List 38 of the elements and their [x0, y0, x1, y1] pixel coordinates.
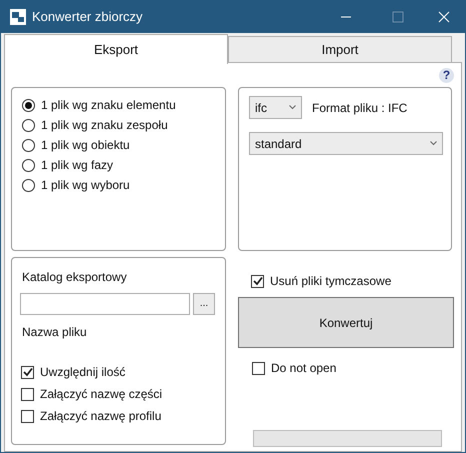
convert-button[interactable]: Konwertuj	[238, 297, 454, 348]
checkbox-label: Do not open	[271, 360, 336, 377]
radio-button[interactable]	[22, 118, 35, 132]
checkbox[interactable]	[21, 366, 34, 378]
browse-button[interactable]: ...	[193, 293, 215, 315]
checkbox-label: Uwzględnij ilość	[40, 364, 126, 381]
checkbox-label: Załączyć nazwę części	[40, 386, 162, 403]
close-icon[interactable]	[438, 10, 450, 22]
catalog-label: Katalog eksportowy	[22, 269, 128, 286]
checkmark-icon	[22, 367, 32, 377]
file-name-label: Nazwa pliku	[22, 324, 88, 341]
radio-label: 1 plik wg obiektu	[41, 137, 130, 153]
checkmark-icon	[252, 276, 262, 286]
tab[interactable]: Import	[228, 36, 452, 64]
checkbox[interactable]	[251, 274, 264, 288]
profile-dropdown[interactable]: standard	[249, 132, 443, 155]
radio-button[interactable]	[22, 178, 35, 192]
checkbox[interactable]	[21, 388, 34, 400]
help-button[interactable]: ?	[439, 68, 454, 82]
radio-button[interactable]	[22, 138, 35, 152]
catalog-input-field[interactable]	[20, 293, 190, 315]
radio-label: 1 plik wg fazy	[41, 157, 114, 173]
chevron-down-icon	[289, 105, 296, 110]
radio-button[interactable]	[22, 98, 35, 112]
checkbox[interactable]	[252, 362, 265, 374]
tab[interactable]: Eksport	[4, 34, 228, 64]
format-label: Format pliku : IFC	[312, 100, 408, 116]
app-icon	[10, 8, 26, 24]
format-dropdown[interactable]: ifc	[249, 96, 302, 119]
radio-button[interactable]	[22, 158, 35, 172]
checkbox-label: Załączyć nazwę profilu	[40, 408, 162, 425]
checkbox-label: Usuń pliki tymczasowe	[270, 273, 392, 290]
chevron-down-icon	[430, 141, 437, 146]
radio-label: 1 plik wg znaku zespołu	[41, 117, 168, 133]
window-title: Konwerter zbiorczy	[32, 8, 143, 26]
radio-label: 1 plik wg znaku elementu	[41, 97, 176, 113]
radio-label: 1 plik wg wyboru	[41, 177, 130, 193]
checkbox[interactable]	[21, 410, 34, 422]
